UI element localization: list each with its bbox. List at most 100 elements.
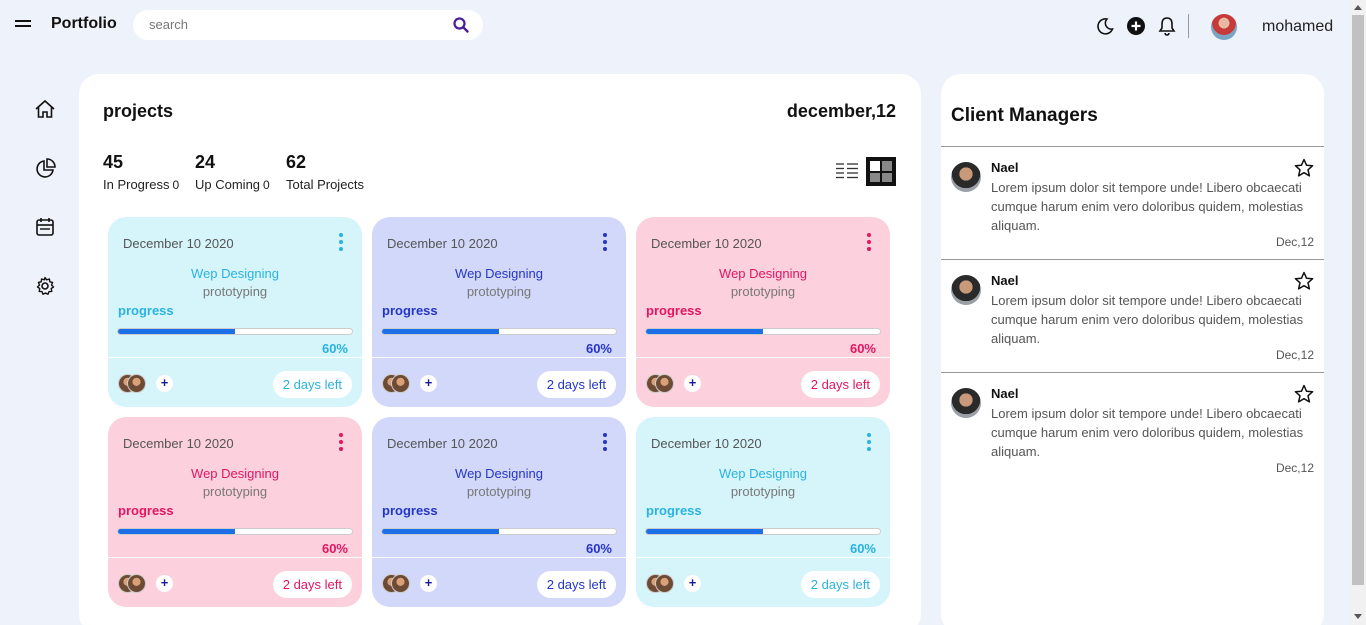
project-card[interactable]: December 10 2020 Wep Designing prototyping… [372, 217, 626, 407]
star-icon[interactable] [1294, 158, 1314, 178]
more-options-icon[interactable] [339, 433, 345, 451]
more-options-icon[interactable] [867, 433, 873, 451]
stat-label-text: In Progress [103, 177, 170, 192]
card-title: Wep Designing [719, 466, 807, 481]
card-date: December 10 2020 [651, 236, 762, 251]
card-footer: +2 days left [372, 557, 626, 607]
search-input[interactable] [149, 17, 439, 32]
client-item[interactable]: Nael Lorem ipsum dolor sit tempore unde! … [941, 372, 1324, 485]
more-options-icon[interactable] [603, 433, 609, 451]
pie-chart-icon[interactable] [34, 157, 56, 179]
client-item[interactable]: Nael Lorem ipsum dolor sit tempore unde! … [941, 259, 1324, 372]
bell-icon[interactable] [1157, 16, 1177, 36]
team-avatars [646, 374, 676, 394]
more-options-icon[interactable] [867, 233, 873, 251]
stat-label: Up Coming 0 [195, 177, 270, 192]
gear-icon[interactable] [34, 275, 56, 297]
progress-bar [382, 529, 616, 534]
search-bar [133, 10, 483, 40]
plus-circle-icon[interactable] [1126, 16, 1146, 36]
scrollbar[interactable] [1350, 0, 1366, 625]
card-title: Wep Designing [455, 466, 543, 481]
project-card[interactable]: December 10 2020 Wep Designing prototyping… [108, 217, 362, 407]
add-member-button[interactable]: + [156, 375, 173, 392]
progress-fill [382, 329, 499, 334]
days-left-badge: 2 days left [272, 371, 352, 398]
progress-fill [646, 329, 763, 334]
stat-label: Total Projects [286, 177, 364, 192]
team-avatars [118, 574, 148, 594]
card-subtitle: prototyping [466, 484, 532, 499]
stat-label-text: Up Coming [195, 177, 261, 192]
card-date: December 10 2020 [387, 436, 498, 451]
stat-suffix: 0 [172, 178, 180, 192]
card-footer: +2 days left [108, 557, 362, 607]
days-left-badge: 2 days left [536, 371, 616, 398]
progress-fill [118, 329, 235, 334]
scroll-down-arrow[interactable] [1354, 614, 1362, 619]
home-icon[interactable] [34, 98, 56, 120]
stat-label: In Progress 0 [103, 177, 179, 192]
project-card[interactable]: December 10 2020 Wep Designing prototyping… [636, 217, 890, 407]
scroll-up-arrow[interactable] [1354, 5, 1362, 10]
progress-fill [118, 529, 235, 534]
progress-percent: 60% [849, 341, 876, 356]
menu-icon[interactable] [15, 20, 31, 28]
card-title: Wep Designing [719, 266, 807, 281]
card-title: Wep Designing [191, 466, 279, 481]
add-member-button[interactable]: + [420, 375, 437, 392]
progress-percent: 60% [321, 541, 348, 556]
client-item[interactable]: Nael Lorem ipsum dolor sit tempore unde! … [941, 146, 1324, 259]
list-view-icon[interactable] [836, 162, 858, 180]
header-divider [1188, 14, 1189, 38]
progress-label: progress [382, 303, 438, 318]
progress-fill [382, 529, 499, 534]
add-member-button[interactable]: + [156, 575, 173, 592]
progress-bar [382, 329, 616, 334]
client-date: Dec,12 [1275, 348, 1314, 362]
avatar [951, 275, 981, 305]
days-left-badge: 2 days left [800, 571, 880, 598]
star-icon[interactable] [1294, 384, 1314, 404]
project-card[interactable]: December 10 2020 Wep Designing prototyping… [108, 417, 362, 607]
calendar-icon[interactable] [34, 216, 56, 238]
days-left-badge: 2 days left [800, 371, 880, 398]
card-title: Wep Designing [455, 266, 543, 281]
projects-title: projects [103, 101, 174, 121]
more-options-icon[interactable] [603, 233, 609, 251]
star-icon[interactable] [1294, 271, 1314, 291]
progress-bar [118, 529, 352, 534]
days-left-badge: 2 days left [536, 571, 616, 598]
search-icon[interactable] [453, 17, 469, 33]
grid-view-icon[interactable] [866, 157, 896, 186]
add-member-button[interactable]: + [684, 575, 701, 592]
client-message: Lorem ipsum dolor sit tempore unde! Libe… [991, 293, 1304, 346]
team-avatars [382, 574, 412, 594]
projects-date: december,12 [786, 101, 896, 121]
avatar[interactable] [1211, 14, 1237, 40]
client-date: Dec,12 [1275, 461, 1314, 475]
add-member-button[interactable]: + [684, 375, 701, 392]
header-actions [1095, 14, 1189, 38]
client-name: Nael [991, 160, 1019, 175]
card-subtitle: prototyping [202, 484, 268, 499]
more-options-icon[interactable] [339, 233, 345, 251]
card-subtitle: prototyping [466, 284, 532, 299]
team-avatars [646, 574, 676, 594]
progress-label: progress [382, 503, 438, 518]
scrollbar-thumb[interactable] [1352, 15, 1364, 585]
project-card[interactable]: December 10 2020 Wep Designing prototyping… [372, 417, 626, 607]
card-footer: +2 days left [372, 357, 626, 407]
stat-label-text: Total Projects [286, 177, 365, 192]
stat-value: 24 [195, 152, 216, 172]
card-date: December 10 2020 [123, 236, 234, 251]
add-member-button[interactable]: + [420, 575, 437, 592]
card-footer: +2 days left [636, 357, 890, 407]
moon-icon[interactable] [1095, 16, 1115, 36]
stat-in-progress: 45 In Progress 0 [103, 152, 179, 192]
stat-up-coming: 24 Up Coming 0 [195, 152, 270, 192]
stat-total-projects: 62 Total Projects [286, 152, 364, 192]
client-message: Lorem ipsum dolor sit tempore unde! Libe… [991, 180, 1304, 233]
project-card[interactable]: December 10 2020 Wep Designing prototyping… [636, 417, 890, 607]
team-avatars [382, 374, 412, 394]
